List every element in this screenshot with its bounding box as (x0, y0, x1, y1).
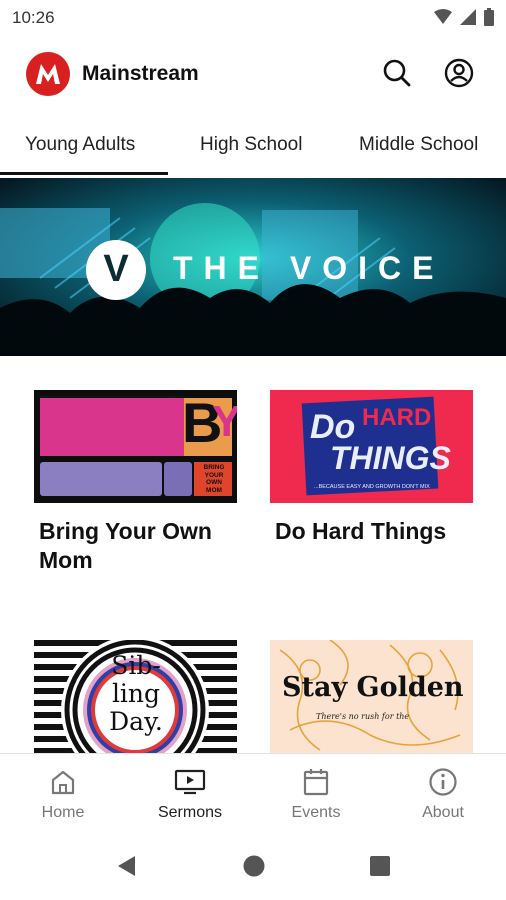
stay-golden-art-subtitle: There's no rush for the (316, 712, 410, 721)
series-card-stay-golden[interactable]: Stay Golden There's no rush for the (270, 640, 473, 753)
search-button[interactable] (380, 56, 414, 90)
wifi-icon (434, 9, 452, 24)
tab-middle-school[interactable]: Middle School (359, 134, 478, 156)
status-time: 10:26 (12, 8, 55, 27)
tab-high-school[interactable]: High School (200, 134, 302, 156)
mainstream-logo-icon (36, 64, 60, 84)
series-thumbnail: Do HARD THINGS ...BECAUSE EASY AND GROWT… (270, 390, 473, 503)
account-icon (444, 58, 474, 88)
battery-icon (484, 8, 494, 26)
bym-art-line4: MOM (206, 486, 222, 494)
sibling-art-line3: Day. (109, 707, 163, 736)
account-button[interactable] (442, 56, 476, 90)
bottom-navigation: Home Sermons Events About (0, 753, 506, 832)
sibling-art-line2: ling (111, 679, 161, 708)
series-title: Bring Your Own Mom (39, 518, 212, 573)
bym-art-line1: BRING (203, 464, 225, 471)
nav-sermons-label: Sermons (157, 804, 223, 821)
back-icon[interactable] (115, 854, 139, 878)
status-bar: 10:26 (0, 0, 506, 36)
home-icon (51, 770, 75, 795)
bym-art-y: Y (212, 397, 237, 446)
recents-icon[interactable] (368, 854, 392, 878)
series-card-do-hard-things[interactable]: Do HARD THINGS ...BECAUSE EASY AND GROWT… (270, 390, 473, 590)
series-thumbnail: Stay Golden There's no rush for the (270, 640, 473, 753)
series-title: Do Hard Things (275, 518, 447, 544)
sermons-icon (174, 769, 206, 795)
dht-art-hard: HARD (362, 404, 432, 431)
bym-art-line3: OWN (206, 479, 222, 486)
app-bar: Mainstream (0, 36, 506, 112)
banner-title: THE VOICE (173, 250, 445, 286)
app-name: Mainstream (82, 62, 199, 85)
bym-art-line2: YOUR (204, 471, 224, 479)
nav-home-label: Home (41, 804, 85, 821)
featured-banner[interactable]: V THE VOICE (0, 178, 506, 356)
dht-art-things: THINGS (330, 440, 451, 476)
tab-indicator (0, 172, 168, 175)
nav-home[interactable]: Home (0, 754, 126, 832)
tab-young-adults[interactable]: Young Adults (25, 134, 135, 156)
stay-golden-art-title: Stay Golden (282, 672, 464, 703)
series-card-sibling-day[interactable]: Sib- ling Day. (34, 640, 237, 753)
nav-about[interactable]: About (380, 754, 506, 832)
search-icon (383, 59, 411, 87)
dht-art-tagline: ...BECAUSE EASY AND GROWTH DON'T MIX (314, 484, 430, 490)
nav-about-label: About (422, 804, 464, 821)
series-thumbnail: B Y BRING YOUR OWN MOM (34, 390, 237, 503)
nav-events[interactable]: Events (253, 754, 379, 832)
series-card-bring-your-own-mom[interactable]: B Y BRING YOUR OWN MOM Bring Your Own Mo… (34, 390, 237, 590)
home-circle-icon[interactable] (242, 854, 266, 878)
calendar-icon (303, 769, 329, 796)
sibling-art-line1: Sib- (111, 651, 161, 680)
system-navigation-bar (0, 831, 506, 900)
info-icon (429, 768, 457, 796)
status-icons (434, 8, 494, 26)
banner-mark: V (103, 248, 129, 290)
nav-events-label: Events (291, 804, 341, 821)
signal-icon (460, 9, 476, 25)
category-tabs: Young Adults High School Middle School (0, 118, 506, 175)
series-thumbnail: Sib- ling Day. (34, 640, 237, 753)
app-logo (26, 52, 70, 96)
nav-sermons[interactable]: Sermons (127, 754, 253, 832)
